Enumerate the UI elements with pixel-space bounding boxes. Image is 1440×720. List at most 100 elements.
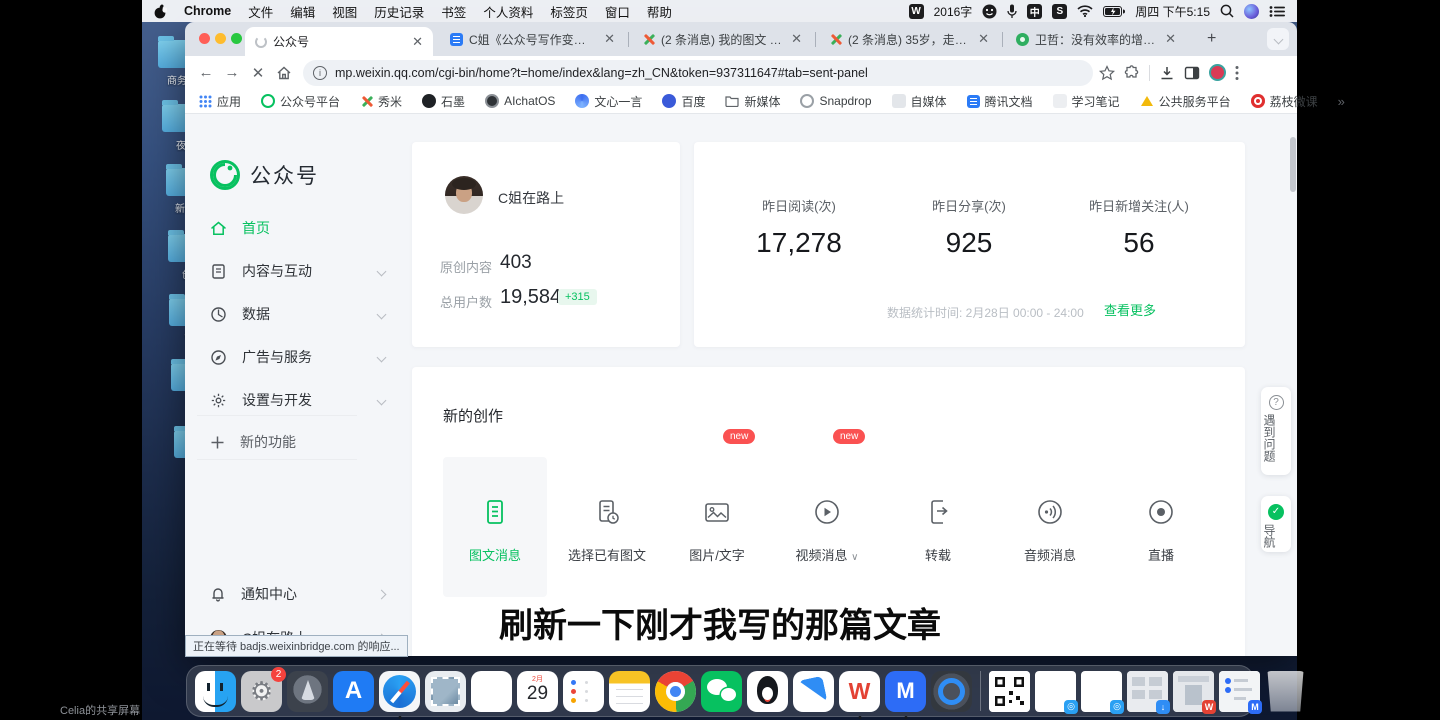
dock-finder-icon[interactable] (195, 671, 236, 712)
sidebar-item-settings[interactable]: 设置与开发 (210, 390, 385, 410)
tab-close-icon[interactable]: ✕ (602, 31, 617, 47)
tab-weizhe-article[interactable]: 卫哲：没有效率的增长，是在加 ✕ (1006, 22, 1186, 56)
bookmark-apps[interactable]: 应用 (199, 93, 241, 110)
menubar-clock[interactable]: 周四 下午5:15 (1135, 3, 1210, 20)
dock-chrome-icon[interactable] (655, 671, 696, 712)
bookmark-mp-platform[interactable]: 公众号平台 (261, 93, 340, 110)
menu-chrome[interactable]: Chrome (184, 4, 231, 18)
creation-item-existing-article[interactable]: 选择已有图文 (555, 457, 659, 597)
mp-logo[interactable]: 公众号 (210, 160, 319, 190)
dock-minimized-safari-window[interactable]: ◎ (1035, 671, 1076, 712)
menu-edit[interactable]: 编辑 (290, 2, 315, 21)
bookmark-wenxinyiyan[interactable]: 文心一言 (575, 93, 642, 110)
account-photo-avatar[interactable] (445, 176, 483, 214)
dock-trash-icon[interactable] (1265, 671, 1306, 712)
dock-mubu-icon[interactable]: M (885, 671, 926, 712)
creation-item-image-text[interactable]: new 图片/文字 (665, 457, 769, 597)
back-button[interactable]: ← (193, 60, 219, 86)
sidebar-item-content[interactable]: 内容与互动 (210, 261, 385, 281)
bookmark-folder-newmedia[interactable]: 新媒体 (725, 93, 780, 110)
creation-item-audio[interactable]: 音频消息 (998, 457, 1102, 597)
sidebar-item-ads[interactable]: 广告与服务 (210, 347, 385, 367)
menu-help[interactable]: 帮助 (647, 2, 672, 21)
bookmark-snapdrop[interactable]: Snapdrop (800, 94, 871, 108)
dock-calendar-icon[interactable]: 2月 29 (517, 671, 558, 712)
bookmark-shimo[interactable]: 石墨 (422, 93, 465, 110)
creation-item-video[interactable]: new 视频消息 ∨ (775, 457, 879, 597)
dock-mail-icon[interactable] (425, 671, 466, 712)
dock-minimized-safari-window[interactable]: ◎ (1081, 671, 1122, 712)
mic-menubar-icon[interactable] (1007, 4, 1017, 19)
creation-item-live[interactable]: 直播 (1109, 457, 1213, 597)
sidebar-item-new-feature[interactable]: 新的功能 (210, 432, 385, 452)
dock-wps-icon[interactable]: W (839, 671, 880, 712)
tab-gongzhonghao[interactable]: 公众号 ✕ (245, 27, 433, 56)
page-info-icon[interactable]: i (313, 66, 327, 80)
dock-minimized-wps-window[interactable]: W (1173, 671, 1214, 712)
menu-tabs[interactable]: 标签页 (550, 2, 588, 21)
bookmark-public-service[interactable]: 公共服务平台 (1140, 93, 1231, 110)
bookmark-baidu[interactable]: 百度 (662, 93, 705, 110)
bookmark-lizhi[interactable]: 荔枝微课 (1251, 93, 1318, 110)
menu-view[interactable]: 视图 (332, 2, 357, 21)
wps-menubar-icon[interactable]: W (909, 4, 924, 19)
sogou-input-icon[interactable]: S (1052, 4, 1067, 19)
scrollbar-thumb[interactable] (1290, 137, 1296, 192)
dock-quicktime-icon[interactable] (931, 671, 972, 712)
tab-close-icon[interactable]: ✕ (789, 31, 804, 47)
menu-profiles[interactable]: 个人资料 (483, 2, 533, 21)
zoom-window-button[interactable] (231, 33, 242, 44)
dock-safari-icon[interactable] (379, 671, 420, 712)
stop-button[interactable]: ✕ (245, 60, 271, 86)
browser-menu-icon[interactable] (1235, 65, 1239, 81)
dock-system-preferences-icon[interactable]: ⚙2 (241, 671, 282, 712)
dock-qq-icon[interactable] (747, 671, 788, 712)
bookmarks-overflow-chevron[interactable]: » (1338, 94, 1345, 109)
download-icon[interactable] (1159, 65, 1175, 81)
minimize-window-button[interactable] (215, 33, 226, 44)
bookmark-tencent-docs[interactable]: 腾讯文档 (967, 93, 1033, 110)
bookmark-xiumi[interactable]: 秀米 (360, 93, 402, 110)
dock-appstore-icon[interactable]: A (333, 671, 374, 712)
dock-feather-app-icon[interactable] (793, 671, 834, 712)
menu-file[interactable]: 文件 (248, 2, 273, 21)
smiley-menubar-icon[interactable] (982, 4, 997, 19)
close-window-button[interactable] (199, 33, 210, 44)
control-center-icon[interactable] (1269, 5, 1285, 18)
view-more-link[interactable]: 查看更多 (1104, 300, 1156, 319)
home-button[interactable] (271, 60, 297, 86)
bookmark-star-icon[interactable] (1099, 65, 1115, 81)
dock-wechat-icon[interactable] (701, 671, 742, 712)
dock-photos-icon[interactable] (471, 671, 512, 712)
side-panel-icon[interactable] (1184, 65, 1200, 81)
dock-reminders-icon[interactable] (563, 671, 604, 712)
address-bar[interactable]: i mp.weixin.qq.com/cgi-bin/home?t=home/i… (303, 60, 1093, 86)
dock-minimized-mubu-window[interactable]: M (1219, 671, 1260, 712)
menu-history[interactable]: 历史记录 (374, 2, 424, 21)
profile-avatar[interactable] (1209, 64, 1226, 81)
extensions-icon[interactable] (1124, 65, 1140, 81)
dock-minimized-window[interactable]: ↓ (1127, 671, 1168, 712)
spotlight-search-icon[interactable] (1220, 4, 1234, 18)
tab-xiumi-mytuwen[interactable]: (2 条消息) 我的图文 - 秀米XIU ✕ (632, 22, 812, 56)
apple-menu-icon[interactable] (154, 4, 167, 19)
sidebar-item-data[interactable]: 数据 (210, 304, 385, 324)
help-float-button[interactable]: ? 遇到问题 (1261, 387, 1291, 475)
menu-window[interactable]: 窗口 (605, 2, 630, 21)
nav-float-button[interactable]: ✓ 导航 (1261, 496, 1291, 552)
tab-close-icon[interactable]: ✕ (410, 34, 425, 50)
bookmark-study-notes[interactable]: 学习笔记 (1053, 93, 1120, 110)
forward-button[interactable]: → (219, 60, 245, 86)
bookmark-zimeiti[interactable]: 自媒体 (892, 93, 947, 110)
tab-xiumi-35[interactable]: (2 条消息) 35岁，走了10年弯路 ✕ (819, 22, 999, 56)
dock-minimized-qr-window[interactable] (989, 671, 1030, 712)
tab-writing-course[interactable]: C姐《公众号写作变现课》 ✕ (440, 22, 625, 56)
dock-launchpad-icon[interactable] (287, 671, 328, 712)
siri-icon[interactable] (1244, 4, 1259, 19)
menu-bookmarks[interactable]: 书签 (441, 2, 466, 21)
wifi-icon[interactable] (1077, 5, 1093, 17)
tab-close-icon[interactable]: ✕ (1163, 31, 1178, 47)
input-language-icon[interactable]: 中 (1027, 4, 1042, 19)
url-text[interactable]: mp.weixin.qq.com/cgi-bin/home?t=home/ind… (335, 66, 868, 80)
bookmark-aichatos[interactable]: AIchatOS (485, 94, 555, 108)
